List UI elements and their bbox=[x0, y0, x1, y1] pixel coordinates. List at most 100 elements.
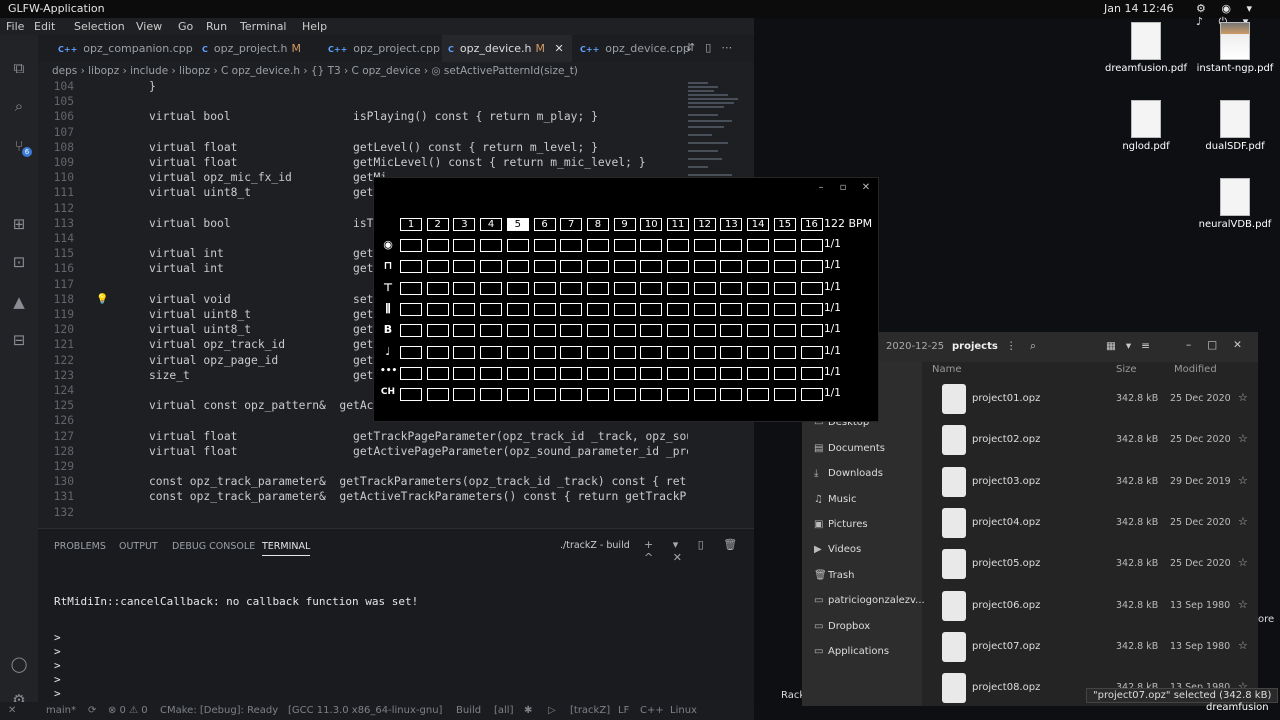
tab-opz-device-cpp[interactable]: C++ opz_device.cpp bbox=[574, 35, 690, 62]
sequencer-cell[interactable] bbox=[667, 388, 689, 402]
sequencer-cell[interactable] bbox=[693, 388, 716, 402]
sequencer-cell[interactable] bbox=[720, 366, 743, 380]
sequencer-cell[interactable] bbox=[667, 281, 689, 295]
sequencer-cell[interactable] bbox=[400, 302, 422, 316]
view-toggle-icon[interactable]: ▦▾≡ bbox=[1106, 340, 1160, 352]
sequencer-cell[interactable] bbox=[586, 324, 609, 338]
sequencer-cell[interactable] bbox=[533, 324, 556, 338]
sidebar-item-trash[interactable]: 🗑 Trash bbox=[814, 570, 854, 581]
sidebar-item-pictures[interactable]: ▣ Pictures bbox=[814, 519, 868, 530]
editor-actions[interactable]: ⇵▯⋯ bbox=[686, 41, 742, 54]
sequencer-cell[interactable] bbox=[453, 345, 476, 359]
step-13[interactable]: 13 bbox=[720, 218, 743, 231]
step-9[interactable]: 9 bbox=[613, 218, 636, 231]
step-8[interactable]: 8 bbox=[586, 218, 609, 231]
sequencer-cell[interactable] bbox=[506, 281, 529, 295]
sequencer-cell[interactable] bbox=[747, 324, 770, 338]
sequencer-cell[interactable] bbox=[480, 260, 503, 274]
minimize-icon[interactable]: – bbox=[814, 181, 828, 195]
step-12[interactable]: 12 bbox=[693, 218, 716, 231]
sequencer-cell[interactable] bbox=[426, 324, 449, 338]
step-2[interactable]: 2 bbox=[426, 218, 449, 231]
sequencer-cell[interactable] bbox=[533, 281, 556, 295]
path-menu-icon[interactable]: ⋮ bbox=[1006, 340, 1017, 352]
step-6[interactable]: 6 bbox=[533, 218, 556, 231]
extensions-icon[interactable]: ⊞ bbox=[10, 215, 28, 233]
terminal-name[interactable]: ./trackZ - build bbox=[560, 540, 630, 551]
sidebar-item-videos[interactable]: ▶ Videos bbox=[814, 544, 861, 555]
sequencer-cell[interactable] bbox=[667, 366, 689, 380]
star-icon[interactable]: ☆ bbox=[1238, 598, 1248, 611]
sequencer-cell[interactable] bbox=[400, 345, 422, 359]
sequencer-cell[interactable] bbox=[613, 388, 636, 402]
sequencer-cell[interactable] bbox=[747, 345, 770, 359]
sequencer-cell[interactable] bbox=[586, 239, 609, 252]
file-row[interactable]: project03.opz 342.8 kB 29 Dec 2019 ☆ bbox=[938, 466, 1258, 507]
sequencer-cell[interactable] bbox=[800, 302, 823, 316]
sequencer-cell[interactable] bbox=[773, 260, 796, 274]
sequencer-cell[interactable] bbox=[613, 239, 636, 252]
sequencer-cell[interactable] bbox=[426, 388, 449, 402]
menu-item-selection[interactable]: Selection bbox=[74, 20, 125, 33]
test-icon[interactable]: ⊟ bbox=[10, 331, 28, 349]
column-header-name[interactable]: Name bbox=[932, 364, 962, 375]
sidebar-item-applications[interactable]: ▭ Applications bbox=[814, 646, 889, 657]
sequencer-cell[interactable] bbox=[453, 324, 476, 338]
sequencer-cell[interactable] bbox=[506, 260, 529, 274]
status-os[interactable]: Linux bbox=[670, 702, 697, 720]
status-cmake[interactable]: CMake: [Debug]: Ready bbox=[160, 702, 278, 720]
sequencer-cell[interactable] bbox=[613, 281, 636, 295]
code-line[interactable]: virtual float getTrackPageParameter(opz_… bbox=[149, 430, 688, 443]
desktop-file-neuralVDB[interactable]: neuralVDB.pdf bbox=[1191, 178, 1279, 230]
tab-opz-project-cpp[interactable]: C++ opz_project.cpp bbox=[322, 35, 440, 62]
sequencer-cell[interactable] bbox=[400, 366, 422, 380]
desktop-file-nglod[interactable]: nglod.pdf bbox=[1102, 100, 1190, 152]
sequencer-cell[interactable] bbox=[613, 345, 636, 359]
account-icon[interactable]: ◯ bbox=[10, 655, 28, 673]
file-row[interactable]: project02.opz 342.8 kB 25 Dec 2020 ☆ bbox=[938, 425, 1258, 465]
step-7[interactable]: 7 bbox=[560, 218, 583, 231]
code-line[interactable]: const opz_track_parameter& getActiveTrac… bbox=[149, 490, 686, 503]
sequencer-cell[interactable] bbox=[667, 302, 689, 316]
sequencer-cell[interactable] bbox=[747, 260, 770, 274]
lightbulb-icon[interactable]: 💡 bbox=[96, 294, 108, 305]
sequencer-cell[interactable] bbox=[720, 281, 743, 295]
sequencer-cell[interactable] bbox=[747, 281, 770, 295]
sequencer-cell[interactable] bbox=[640, 366, 663, 380]
step-15[interactable]: 15 bbox=[773, 218, 796, 231]
cmake-icon[interactable]: ▲ bbox=[10, 293, 28, 311]
sequencer-cell[interactable] bbox=[720, 260, 743, 274]
sequencer-cell[interactable] bbox=[800, 366, 823, 380]
sequencer-cell[interactable] bbox=[800, 324, 823, 338]
sequencer-cell[interactable] bbox=[693, 239, 716, 252]
sequencer-cell[interactable] bbox=[693, 281, 716, 295]
path-segment[interactable]: 2020-12-25 bbox=[886, 341, 944, 352]
sequencer-cell[interactable] bbox=[693, 302, 716, 316]
close-icon[interactable]: ✕ bbox=[859, 181, 873, 195]
sequencer-cell[interactable] bbox=[747, 388, 770, 402]
sequencer-cell[interactable] bbox=[400, 281, 422, 295]
sequencer-cell[interactable] bbox=[480, 302, 503, 316]
sequencer-cell[interactable] bbox=[400, 388, 422, 402]
sequencer-cell[interactable] bbox=[800, 239, 823, 252]
tab-opz-device-h[interactable]: Copz_device.h M ✕ bbox=[442, 35, 572, 62]
step-1[interactable]: 1 bbox=[400, 218, 422, 231]
sequencer-cell[interactable] bbox=[586, 260, 609, 274]
panel-tab-output[interactable]: OUTPUT bbox=[119, 541, 158, 552]
panel-tab-problems[interactable]: PROBLEMS bbox=[54, 541, 106, 552]
sequencer-cell[interactable] bbox=[560, 302, 583, 316]
sequencer-cell[interactable] bbox=[613, 324, 636, 338]
menu-item-go[interactable]: Go bbox=[178, 20, 193, 33]
sequencer-cell[interactable] bbox=[480, 239, 503, 252]
sequencer-cell[interactable] bbox=[426, 345, 449, 359]
file-row[interactable]: project04.opz 342.8 kB 25 Dec 2020 ☆ bbox=[938, 507, 1258, 548]
code-line[interactable]: virtual opz_track_id getAc bbox=[149, 338, 387, 351]
sequencer-cell[interactable] bbox=[480, 388, 503, 402]
path-segment-current[interactable]: projects bbox=[952, 341, 998, 352]
status-build[interactable]: Build bbox=[456, 702, 481, 720]
star-icon[interactable]: ☆ bbox=[1238, 556, 1248, 569]
sequencer-cell[interactable] bbox=[800, 281, 823, 295]
sequencer-cell[interactable] bbox=[613, 302, 636, 316]
sidebar-item-downloads[interactable]: ⤓ Downloads bbox=[814, 468, 883, 479]
sequencer-cell[interactable] bbox=[640, 281, 663, 295]
